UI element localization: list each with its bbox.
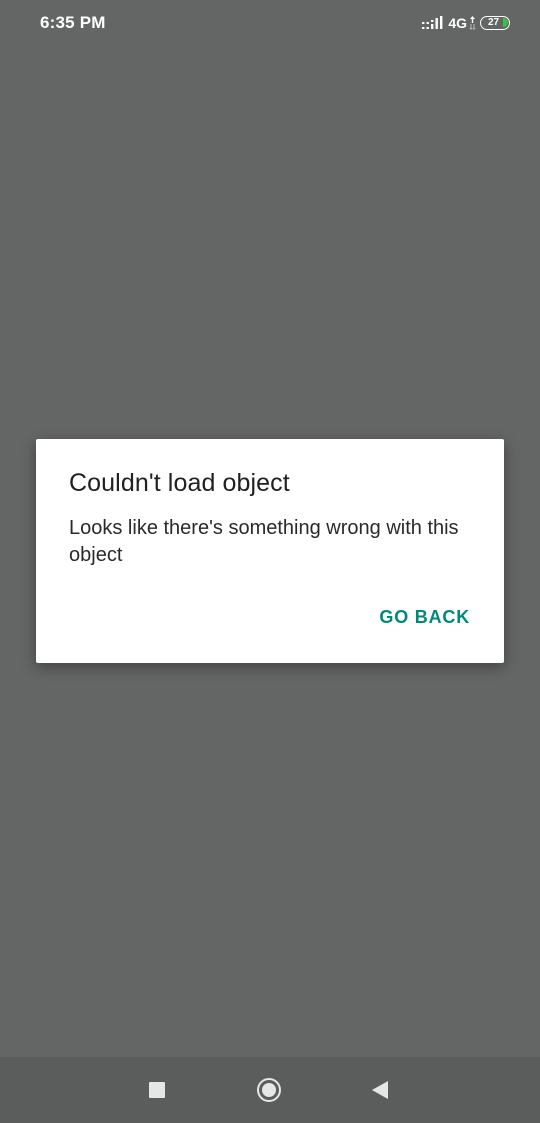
dialog-title: Couldn't load object <box>69 469 290 497</box>
battery-icon: 27 <box>480 16 510 30</box>
recents-button[interactable] <box>127 1057 187 1123</box>
data-arrows-icon <box>469 16 476 30</box>
back-button[interactable] <box>350 1057 410 1123</box>
battery-fill <box>503 18 508 27</box>
go-back-button[interactable]: GO BACK <box>367 603 482 632</box>
error-dialog: Couldn't load object Looks like there's … <box>36 439 504 663</box>
status-bar: 6:35 PM 4G 27 <box>0 0 540 46</box>
home-button[interactable] <box>239 1057 299 1123</box>
triangle-back-icon <box>372 1081 388 1099</box>
status-icons: 4G 27 <box>422 13 510 33</box>
screen: 6:35 PM 4G 27 Couldn't load object Looks… <box>0 0 540 1123</box>
circle-icon <box>257 1078 281 1102</box>
battery-level: 27 <box>487 17 500 28</box>
signal-bars-icon <box>422 16 443 29</box>
network-type: 4G <box>448 15 467 31</box>
navigation-bar <box>0 1057 540 1123</box>
dialog-message: Looks like there's something wrong with … <box>69 517 459 566</box>
square-icon <box>149 1082 165 1098</box>
status-time: 6:35 PM <box>40 13 106 32</box>
